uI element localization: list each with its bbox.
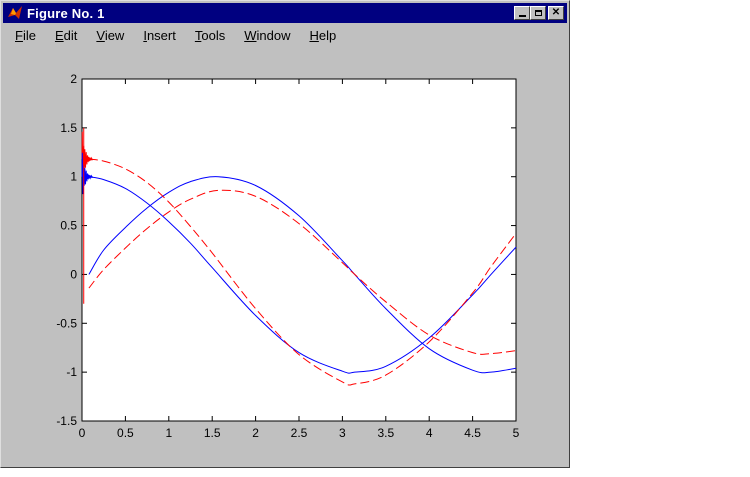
menu-insert[interactable]: Insert bbox=[131, 28, 183, 43]
x-tick-label: 2 bbox=[252, 426, 259, 440]
x-tick-label: 0.5 bbox=[117, 426, 134, 440]
x-tick-label: 4.5 bbox=[464, 426, 481, 440]
figure-window: Figure No. 1 ✕ File Edit View Insert Too… bbox=[0, 0, 570, 468]
x-tick-label: 0 bbox=[79, 426, 86, 440]
y-tick-label: -1 bbox=[66, 365, 77, 379]
x-tick-label: 3.5 bbox=[377, 426, 394, 440]
window-title: Figure No. 1 bbox=[27, 5, 105, 21]
y-tick-label: -1.5 bbox=[56, 414, 77, 428]
x-tick-label: 3 bbox=[339, 426, 346, 440]
menu-tools[interactable]: Tools bbox=[183, 28, 232, 43]
maximize-icon bbox=[534, 10, 542, 16]
minimize-icon bbox=[518, 15, 526, 17]
menu-file[interactable]: File bbox=[5, 28, 43, 43]
menu-edit[interactable]: Edit bbox=[43, 28, 84, 43]
close-button[interactable]: ✕ bbox=[548, 6, 564, 20]
x-tick-label: 1.5 bbox=[204, 426, 221, 440]
menu-view[interactable]: View bbox=[84, 28, 131, 43]
y-tick-label: 2 bbox=[70, 72, 77, 86]
y-tick-label: 1 bbox=[70, 170, 77, 184]
y-tick-label: -0.5 bbox=[56, 316, 77, 330]
maximize-button[interactable] bbox=[530, 6, 546, 20]
y-tick-label: 0 bbox=[70, 267, 77, 281]
menu-window[interactable]: Window bbox=[232, 28, 297, 43]
close-icon: ✕ bbox=[551, 7, 561, 18]
menu-help[interactable]: Help bbox=[297, 28, 343, 43]
title-bar[interactable]: Figure No. 1 ✕ bbox=[3, 3, 567, 23]
x-tick-label: 5 bbox=[513, 426, 520, 440]
y-tick-label: 1.5 bbox=[60, 121, 77, 135]
x-tick-label: 2.5 bbox=[291, 426, 308, 440]
menu-bar: File Edit View Insert Tools Window Help bbox=[5, 25, 343, 45]
figure-canvas: 2 1.5 1 0.5 0 -0.5 -1 -1.5 0 0.5 1 1.5 2 2.5 3 3.5 4 4.5… bbox=[4, 47, 566, 465]
minimize-button[interactable] bbox=[514, 6, 530, 20]
x-tick-label: 1 bbox=[165, 426, 172, 440]
matlab-icon bbox=[7, 5, 23, 21]
x-tick-label: 4 bbox=[426, 426, 433, 440]
axes-background bbox=[81, 78, 517, 422]
y-tick-label: 0.5 bbox=[60, 219, 77, 233]
plot-svg: 2 1.5 1 0.5 0 -0.5 -1 -1.5 0 0.5 1 1.5 2 2.5 3 3.5 4 4.5… bbox=[56, 72, 520, 440]
